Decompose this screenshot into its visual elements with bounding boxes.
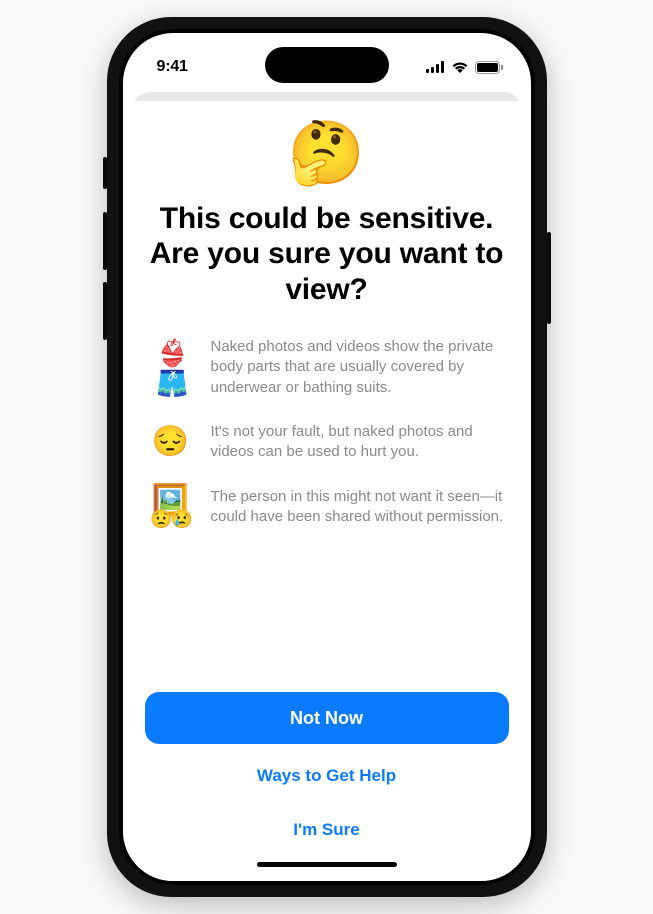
status-time: 9:41 [157,58,188,76]
home-indicator[interactable] [257,862,397,867]
sheet-title: This could be sensitive. Are you sure yo… [145,201,509,307]
ways-to-get-help-button[interactable]: Ways to Get Help [145,754,509,798]
screen: 9:41 [123,33,531,881]
wifi-icon [451,61,469,73]
sensitive-content-sheet: 🤔 This could be sensitive. Are you sure … [123,101,531,881]
title-line-1: This could be sensitive. [160,202,494,235]
phone-frame: 9:41 [107,17,547,897]
info-points: 👙🩳 Naked photos and videos show the priv… [145,337,509,528]
volume-up [103,212,107,270]
action-buttons: Not Now Ways to Get Help I'm Sure [145,692,509,852]
volume-down [103,282,107,340]
mute-switch [103,157,107,189]
power-button [547,232,551,324]
info-point-text: It's not your fault, but naked photos an… [211,422,505,463]
dynamic-island [265,47,389,83]
status-indicators [426,61,503,74]
im-sure-button[interactable]: I'm Sure [145,808,509,852]
title-line-2: Are you sure you want to view? [150,237,504,305]
info-point-clothing: 👙🩳 Naked photos and videos show the priv… [149,337,505,398]
info-point-permission: 🖼️ 😟😢 The person in this might not want … [149,486,505,528]
info-point-text: Naked photos and videos show the private… [211,337,505,398]
not-now-button[interactable]: Not Now [145,692,509,744]
info-point-text: The person in this might not want it see… [211,487,505,528]
picture-reaction-icon: 🖼️ 😟😢 [149,486,193,528]
battery-icon [475,61,503,74]
cellular-icon [426,61,445,73]
thinking-face-icon: 🤔 [145,123,509,185]
clothing-icon: 👙🩳 [149,338,193,398]
info-point-notfault: 😔 It's not your fault, but naked photos … [149,422,505,463]
phone-bezel: 9:41 [119,29,535,885]
pensive-face-icon: 😔 [149,427,193,457]
